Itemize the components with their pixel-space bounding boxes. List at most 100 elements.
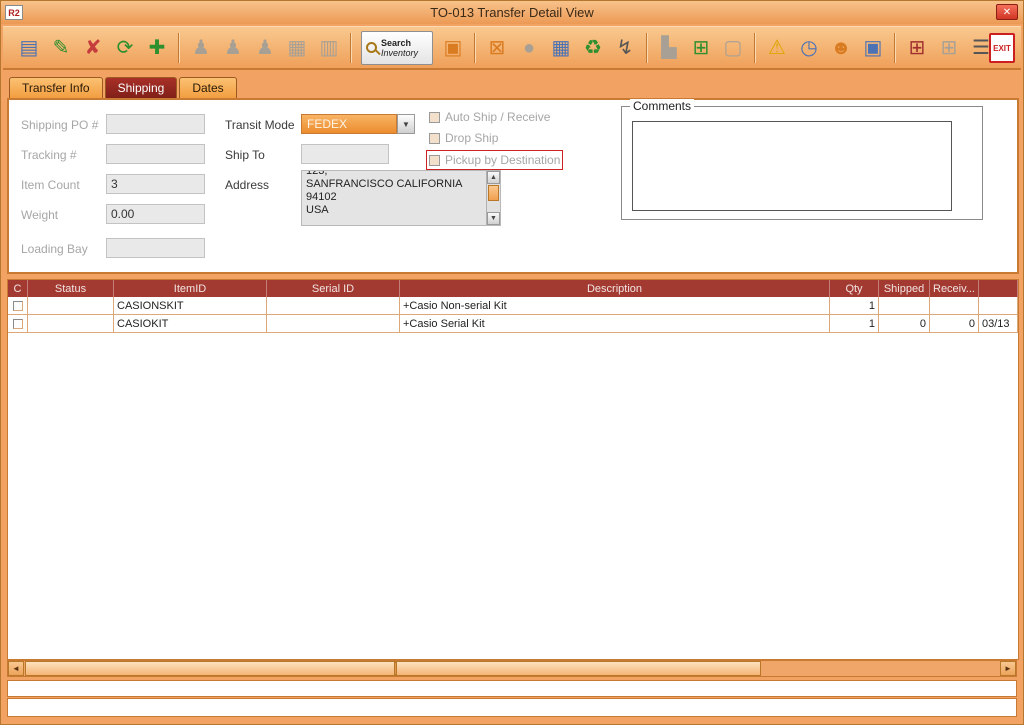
weight-label: Weight: [21, 208, 58, 222]
new-document-icon: ▤: [20, 38, 39, 58]
tracking-field[interactable]: [106, 144, 205, 164]
col-header-status[interactable]: Status: [28, 280, 114, 297]
ship-box-icon: ⊠: [489, 38, 506, 58]
edit-document-icon: ✎: [53, 38, 70, 58]
tab-transfer-info[interactable]: Transfer Info: [9, 77, 103, 99]
shipping-po-field[interactable]: [106, 114, 205, 134]
cell-received: 0: [930, 315, 979, 333]
warning-icon: ⚠: [768, 38, 786, 58]
pickup-by-destination-checkbox-row: Pickup by Destination: [429, 153, 560, 167]
scrollbar-thumb[interactable]: [25, 661, 761, 676]
table-row[interactable]: CASIONSKIT +Casio Non-serial Kit 1: [8, 297, 1018, 315]
comments-legend: Comments: [630, 99, 694, 113]
col-header-c[interactable]: C: [8, 280, 28, 297]
stamp-2-button[interactable]: ♟: [217, 31, 249, 65]
app-window: R2 TO-013 Transfer Detail View ✕ ▤ ✎ ✘ ⟳…: [0, 0, 1024, 725]
window-title: TO-013 Transfer Detail View: [1, 5, 1023, 20]
package-button[interactable]: ▣: [437, 31, 469, 65]
tracking-label: Tracking #: [21, 148, 77, 162]
pickup-by-destination-label: Pickup by Destination: [445, 153, 560, 167]
edit-document-button[interactable]: ✎: [45, 31, 77, 65]
address-label: Address: [225, 178, 269, 192]
rock-icon: ●: [523, 38, 535, 58]
auto-ship-checkbox[interactable]: [429, 112, 440, 123]
tab-dates[interactable]: Dates: [179, 77, 236, 99]
date-stamp-button[interactable]: ▦: [281, 31, 313, 65]
comments-textarea[interactable]: [632, 121, 952, 211]
refresh-button[interactable]: ⟳: [109, 31, 141, 65]
horizontal-scrollbar[interactable]: ◄ ►: [7, 660, 1017, 677]
window-button[interactable]: ▣: [857, 31, 889, 65]
people-button[interactable]: ☻: [825, 31, 857, 65]
stamp-2-icon: ♟: [224, 38, 242, 58]
box-button[interactable]: ▢: [717, 31, 749, 65]
auto-ship-checkbox-row: Auto Ship / Receive: [429, 110, 550, 124]
scroll-up-icon[interactable]: ▲: [487, 171, 500, 184]
search-inventory-button[interactable]: Search Inventory: [361, 31, 433, 65]
col-header-description[interactable]: Description: [400, 280, 830, 297]
stamp-3-button[interactable]: ♟: [249, 31, 281, 65]
scroll-left-icon[interactable]: ◄: [8, 661, 24, 676]
rock-button[interactable]: ●: [513, 31, 545, 65]
toolbar-separator: [754, 33, 756, 63]
close-button[interactable]: ✕: [996, 4, 1018, 20]
shipping-po-label: Shipping PO #: [21, 118, 98, 132]
address-line: 94102: [306, 191, 482, 204]
refresh-icon: ⟳: [117, 38, 134, 58]
drop-ship-checkbox[interactable]: [429, 133, 440, 144]
grid-button[interactable]: ⊞: [901, 31, 933, 65]
exit-button[interactable]: EXIT: [989, 33, 1015, 63]
titlebar: R2 TO-013 Transfer Detail View ✕: [1, 1, 1023, 24]
ship-box-button[interactable]: ⊠: [481, 31, 513, 65]
grid-2-button[interactable]: ⊞: [933, 31, 965, 65]
row-select-checkbox[interactable]: [13, 301, 23, 311]
ship-to-field[interactable]: [301, 144, 389, 164]
loading-bay-field[interactable]: [106, 238, 205, 258]
search-label-line1: Search: [381, 38, 418, 48]
tab-shipping[interactable]: Shipping: [105, 77, 178, 99]
add-button[interactable]: ✚: [141, 31, 173, 65]
scanner-gun-button[interactable]: ↯: [609, 31, 641, 65]
scroll-right-icon[interactable]: ►: [1000, 661, 1016, 676]
barcode-button[interactable]: ▥: [313, 31, 345, 65]
search-inventory-label: Search Inventory: [381, 38, 418, 58]
address-listbox[interactable]: 123, SANFRANCISCO CALIFORNIA 94102 USA ▲…: [301, 170, 501, 226]
table-row[interactable]: CASIOKIT +Casio Serial Kit 1 0 0 03/13: [8, 315, 1018, 333]
scrollbar-thumb[interactable]: [488, 185, 499, 201]
delete-document-button[interactable]: ✘: [77, 31, 109, 65]
col-header-shipped[interactable]: Shipped: [879, 280, 930, 297]
scrollbar-divider: [394, 662, 397, 675]
col-header-received[interactable]: Receiv...: [930, 280, 979, 297]
col-header-itemid[interactable]: ItemID: [114, 280, 267, 297]
col-header-date[interactable]: [979, 280, 1018, 297]
transit-mode-combo[interactable]: FEDEX ▼: [301, 114, 415, 134]
chevron-down-icon[interactable]: ▼: [397, 114, 415, 134]
cell-itemid: CASIOKIT: [114, 315, 267, 333]
cell-serial: [267, 297, 400, 315]
scroll-down-icon[interactable]: ▼: [487, 212, 500, 225]
transit-mode-label: Transit Mode: [225, 118, 295, 132]
weight-field[interactable]: 0.00: [106, 204, 205, 224]
address-scrollbar[interactable]: ▲ ▼: [486, 171, 500, 225]
warning-button[interactable]: ⚠: [761, 31, 793, 65]
cubes-button[interactable]: ▦: [545, 31, 577, 65]
pickup-by-destination-checkbox[interactable]: [429, 155, 440, 166]
toolbar-separator: [350, 33, 352, 63]
recycle-box-button[interactable]: ♻: [577, 31, 609, 65]
add-grid-button[interactable]: ⊞: [685, 31, 717, 65]
auto-ship-label: Auto Ship / Receive: [445, 110, 550, 124]
new-document-button[interactable]: ▤: [13, 31, 45, 65]
col-header-serial-id[interactable]: Serial ID: [267, 280, 400, 297]
item-count-field[interactable]: 3: [106, 174, 205, 194]
clock-button[interactable]: ◷: [793, 31, 825, 65]
transit-mode-value: FEDEX: [301, 114, 397, 134]
row-select-checkbox[interactable]: [13, 319, 23, 329]
stamp-1-button[interactable]: ♟: [185, 31, 217, 65]
forklift-button[interactable]: ▙: [653, 31, 685, 65]
col-header-qty[interactable]: Qty: [830, 280, 879, 297]
cell-serial: [267, 315, 400, 333]
people-icon: ☻: [830, 38, 851, 58]
items-grid: C Status ItemID Serial ID Description Qt…: [7, 279, 1019, 660]
cell-qty: 1: [830, 315, 879, 333]
stamp-1-icon: ♟: [192, 38, 210, 58]
